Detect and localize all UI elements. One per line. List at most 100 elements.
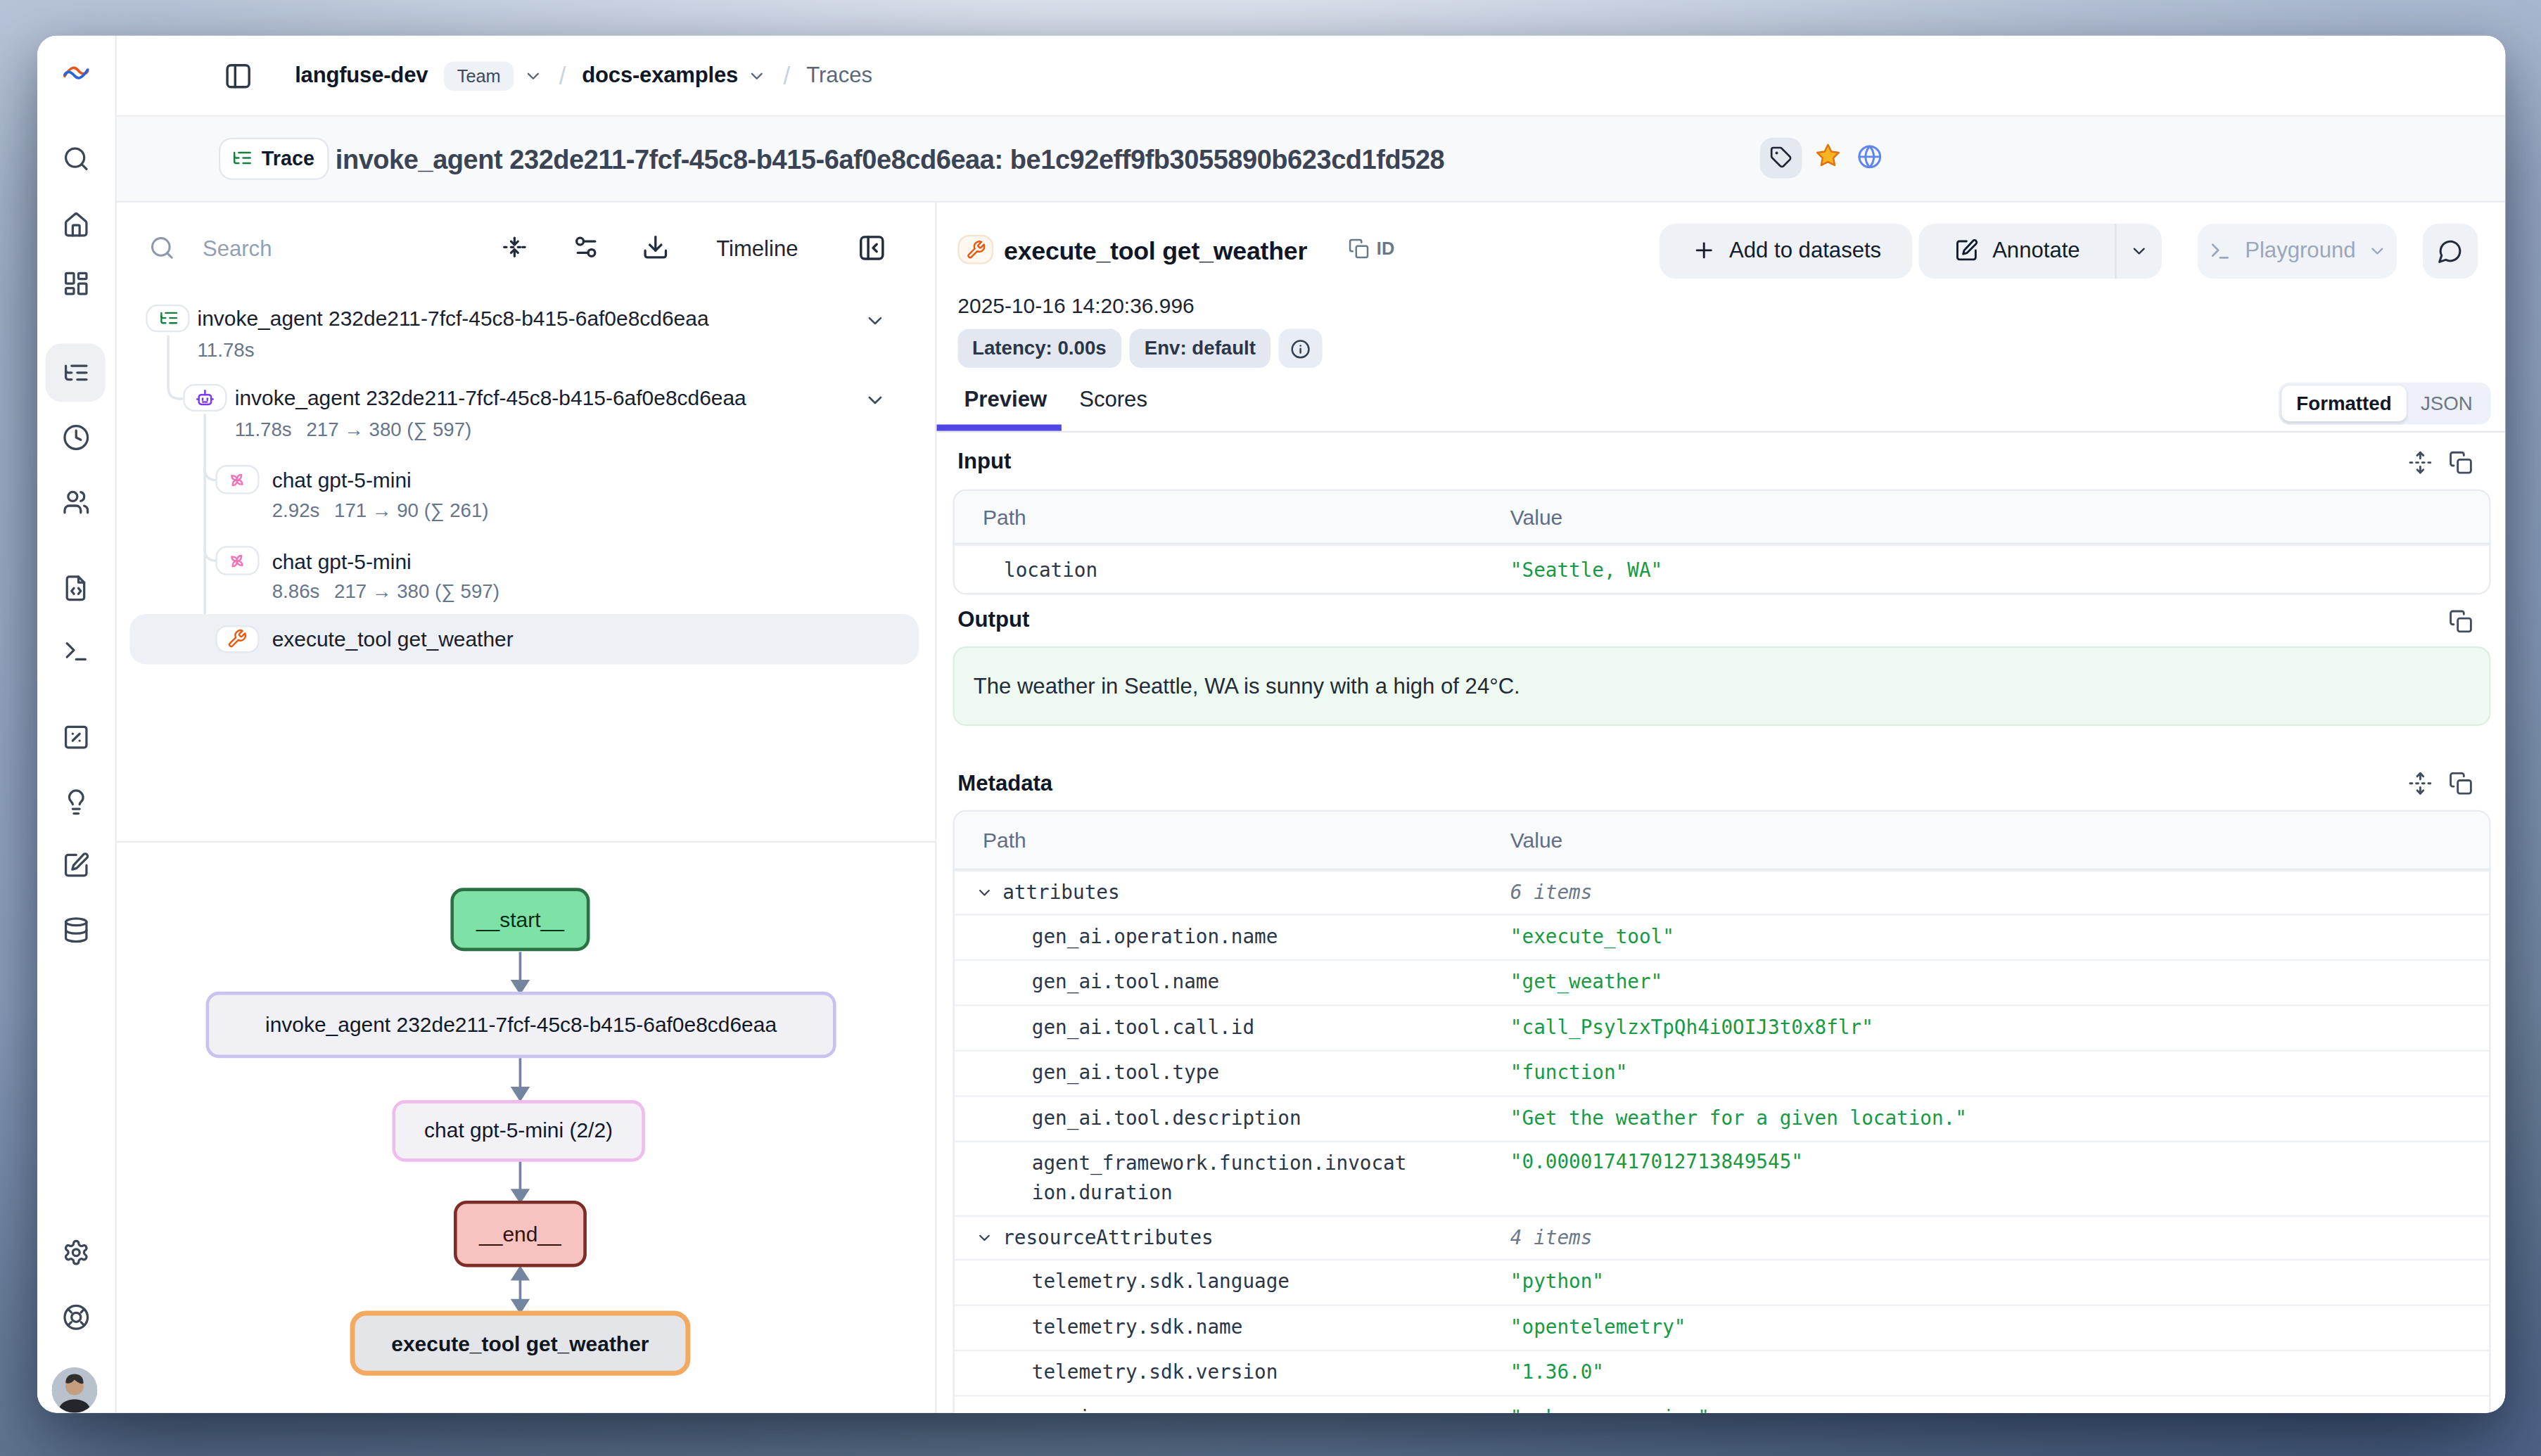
generation-row-icon bbox=[215, 466, 259, 494]
tabs-divider bbox=[938, 431, 2506, 433]
search-icon[interactable] bbox=[62, 145, 89, 172]
graph-node-tool[interactable]: execute_tool get_weather bbox=[350, 1311, 691, 1376]
tree-row-duration: 8.86s bbox=[272, 580, 320, 602]
metadata-label: Metadata bbox=[957, 771, 1052, 796]
metadata-table: Path Value attributes 6 items gen_ai.ope… bbox=[953, 810, 2490, 1412]
home-icon[interactable] bbox=[62, 212, 89, 239]
table-row[interactable]: gen_ai.tool.type"function" bbox=[955, 1049, 2489, 1094]
annotation-icon[interactable] bbox=[62, 852, 89, 879]
breadcrumb-page[interactable]: Traces bbox=[806, 63, 872, 88]
agent-row-icon bbox=[183, 384, 227, 412]
add-to-datasets-button[interactable]: Add to datasets bbox=[1660, 224, 1913, 278]
tree-row-title[interactable]: invoke_agent 232de211-7fcf-45c8-b415-6af… bbox=[235, 386, 746, 411]
prompts-icon[interactable] bbox=[62, 575, 89, 602]
tab-scores[interactable]: Scores bbox=[1079, 386, 1147, 411]
avatar[interactable] bbox=[51, 1367, 96, 1412]
users-icon[interactable] bbox=[62, 489, 89, 516]
graph-node-end[interactable]: __end__ bbox=[454, 1201, 587, 1267]
badges-row: Latency: 0.00s Env: default bbox=[957, 329, 1323, 368]
trace-title-bar: Trace invoke_agent 232de211-7fcf-45c8-b4… bbox=[117, 116, 2506, 202]
tree-row-tokens: 217 → 380 (∑ 597) bbox=[306, 417, 471, 440]
traces-icon[interactable] bbox=[62, 359, 89, 386]
sessions-icon[interactable] bbox=[62, 423, 89, 451]
comments-button[interactable] bbox=[2424, 224, 2478, 278]
trace-title: invoke_agent 232de211-7fcf-45c8-b415-6af… bbox=[336, 116, 1444, 202]
breadcrumb-org[interactable]: langfuse-dev bbox=[295, 63, 428, 88]
table-row[interactable]: telemetry.sdk.language"python" bbox=[955, 1258, 2489, 1303]
expand-rows-icon[interactable] bbox=[2409, 449, 2433, 474]
observation-detail-panel: execute_tool get_weather ID Add to datas… bbox=[938, 202, 2506, 1412]
langfuse-logo-icon bbox=[60, 58, 91, 89]
graph-node-agent[interactable]: invoke_agent 232de211-7fcf-45c8-b415-6af… bbox=[206, 992, 836, 1057]
panel-toggle-icon[interactable] bbox=[224, 62, 253, 91]
tree-row-tokens: 217 → 380 (∑ 597) bbox=[334, 580, 499, 602]
format-formatted[interactable]: Formatted bbox=[2282, 385, 2407, 421]
plus-icon bbox=[1692, 238, 1717, 263]
annotate-more-chevron[interactable] bbox=[2115, 224, 2163, 278]
evals-icon[interactable] bbox=[62, 724, 89, 751]
org-type-badge: Team bbox=[444, 61, 514, 90]
observation-title: execute_tool get_weather bbox=[1004, 223, 1307, 278]
tree-row-tokens: 171 → 90 (∑ 261) bbox=[334, 499, 488, 521]
tag-icon[interactable] bbox=[1760, 137, 1802, 179]
graph-node-chat[interactable]: chat gpt-5-mini (2/2) bbox=[392, 1099, 644, 1161]
input-label: Input bbox=[957, 449, 1011, 473]
copy-id[interactable]: ID bbox=[1349, 237, 1395, 258]
chevron-down-icon[interactable] bbox=[748, 66, 768, 86]
playground-icon[interactable] bbox=[62, 637, 89, 665]
table-row[interactable]: resourceAttributes 4 items bbox=[955, 1215, 2489, 1258]
chevron-down-icon[interactable] bbox=[523, 66, 543, 86]
tool-row-icon bbox=[215, 625, 259, 653]
trace-type-badge: Trace bbox=[219, 138, 329, 179]
tree-row-title[interactable]: execute_tool get_weather bbox=[272, 627, 514, 652]
table-row[interactable]: service.name"unknown_service" bbox=[955, 1394, 2489, 1412]
chevron-down-icon[interactable] bbox=[976, 1229, 993, 1246]
table-row[interactable]: telemetry.sdk.version"1.36.0" bbox=[955, 1349, 2489, 1395]
table-row[interactable]: gen_ai.operation.name"execute_tool" bbox=[955, 913, 2489, 958]
tree-connectors bbox=[117, 202, 935, 841]
annotate-pen-icon bbox=[1955, 238, 1980, 263]
tree-row-title[interactable]: invoke_agent 232de211-7fcf-45c8-b415-6af… bbox=[198, 306, 709, 331]
globe-icon[interactable] bbox=[1857, 143, 1883, 169]
table-row[interactable]: gen_ai.tool.name"get_weather" bbox=[955, 959, 2489, 1004]
table-row[interactable]: location "Seattle, WA" bbox=[955, 545, 2489, 594]
star-icon[interactable] bbox=[1816, 143, 1842, 175]
chevron-down-icon[interactable] bbox=[976, 883, 993, 901]
table-row[interactable]: gen_ai.tool.call.id"call_PsylzxTpQh4i0OI… bbox=[955, 1004, 2489, 1049]
support-icon[interactable] bbox=[62, 1303, 89, 1331]
expand-rows-icon[interactable] bbox=[2409, 771, 2433, 796]
chevron-down-icon[interactable] bbox=[864, 309, 886, 331]
input-table: Path Value location "Seattle, WA" bbox=[953, 489, 2490, 595]
timestamp: 2025-10-16 14:20:36.996 bbox=[957, 293, 1194, 317]
trace-tree-panel: Search Timeline bbox=[117, 202, 936, 1412]
playground-button[interactable]: Playground bbox=[2198, 224, 2397, 278]
tree-row-title[interactable]: chat gpt-5-mini bbox=[272, 549, 412, 573]
copy-icon[interactable] bbox=[2450, 771, 2474, 796]
breadcrumb-project[interactable]: docs-examples bbox=[582, 63, 738, 88]
tree-row-title[interactable]: chat gpt-5-mini bbox=[272, 468, 412, 492]
annotate-button[interactable]: Annotate bbox=[1920, 224, 2163, 278]
content: Search Timeline bbox=[117, 202, 2506, 1412]
tree-row-duration: 2.92s bbox=[272, 499, 320, 521]
settings-icon[interactable] bbox=[62, 1239, 89, 1266]
chevron-down-icon bbox=[2367, 241, 2387, 261]
datasets-icon[interactable] bbox=[62, 917, 89, 944]
output-label: Output bbox=[957, 608, 1029, 633]
tab-preview[interactable]: Preview bbox=[964, 386, 1047, 411]
table-row[interactable]: telemetry.sdk.name"opentelemetry" bbox=[955, 1303, 2489, 1349]
insights-icon[interactable] bbox=[62, 788, 89, 816]
format-toggle: Formatted JSON bbox=[2279, 381, 2490, 423]
table-row[interactable]: gen_ai.tool.description"Get the weather … bbox=[955, 1094, 2489, 1140]
graph-node-start[interactable]: __start__ bbox=[450, 888, 590, 951]
env-badge: Env: default bbox=[1130, 329, 1270, 368]
info-badge[interactable] bbox=[1279, 329, 1323, 368]
generation-row-icon bbox=[215, 546, 259, 574]
format-json[interactable]: JSON bbox=[2406, 391, 2487, 414]
copy-icon[interactable] bbox=[2450, 608, 2474, 633]
table-row[interactable]: agent_framework.function.invocation.dura… bbox=[955, 1140, 2489, 1215]
topbar: langfuse-dev Team / docs-examples / Trac… bbox=[117, 36, 2506, 116]
chevron-down-icon[interactable] bbox=[864, 388, 886, 411]
table-row[interactable]: attributes 6 items bbox=[955, 870, 2489, 913]
dashboard-icon[interactable] bbox=[62, 270, 89, 298]
copy-icon[interactable] bbox=[2450, 449, 2474, 474]
